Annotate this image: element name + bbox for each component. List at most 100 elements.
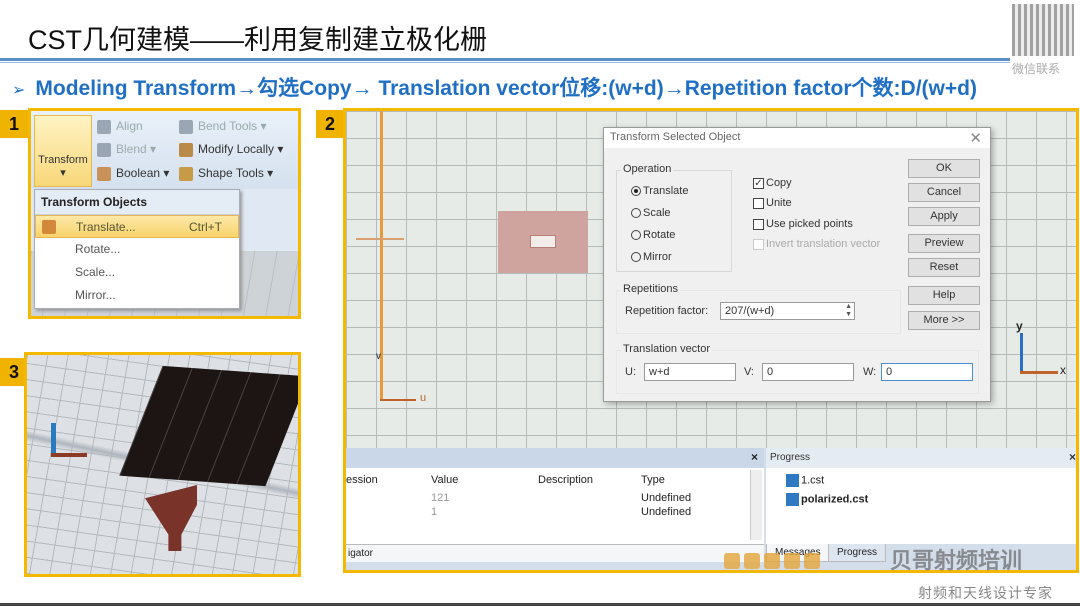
panel-number-1: 1: [0, 110, 28, 138]
ribbon: Transform ▾ Align Blend ▾ Boolean ▾ Bend…: [31, 111, 298, 189]
unite-checkbox[interactable]: Unite: [753, 197, 792, 209]
shape-tools-button[interactable]: Shape Tools ▾: [179, 166, 273, 181]
boolean-button[interactable]: Boolean ▾: [97, 166, 169, 181]
axis-label-u: u: [420, 392, 427, 404]
repetition-factor-label: Repetition factor:: [625, 305, 709, 317]
file-item[interactable]: 1.cst: [786, 474, 824, 487]
axis-gizmo: [51, 423, 56, 455]
radio-translate[interactable]: Translate: [631, 185, 688, 197]
footer-line: [0, 603, 1080, 606]
navigator-bar: igator: [346, 544, 764, 562]
menu-item-scale[interactable]: Scale...: [35, 261, 239, 284]
bend-tools-button[interactable]: Bend Tools ▾: [179, 119, 267, 134]
transform-button[interactable]: Transform ▾: [34, 115, 92, 187]
watermark-caption: 射频和天线设计专家: [918, 585, 1053, 601]
shortcut-label: Ctrl+T: [189, 220, 222, 234]
ok-button[interactable]: OK: [908, 159, 980, 178]
panel-number-2: 2: [316, 110, 344, 138]
help-button[interactable]: Help: [908, 286, 980, 305]
slide-subtitle: ➢ Modeling Transform→勾选Copy→ Translation …: [12, 72, 977, 102]
blend-icon: [97, 142, 111, 157]
dialog-screenshot-panel: v u y x Transform Selected Object ✕ Opera…: [343, 108, 1079, 573]
translate-icon: [42, 220, 56, 234]
file-name: 1.cst: [801, 474, 825, 487]
copy-checkbox[interactable]: ✓ Copy: [753, 177, 792, 189]
operation-label: Operation: [621, 163, 674, 175]
axis-label-v: v: [376, 351, 381, 362]
menu-item-mirror[interactable]: Mirror...: [35, 284, 239, 307]
invert-translation-checkbox: Invert translation vector: [753, 238, 880, 250]
transform-label: Transform: [38, 154, 88, 166]
apply-button[interactable]: Apply: [908, 207, 980, 226]
v-input[interactable]: 0: [762, 363, 854, 381]
close-icon[interactable]: ✕: [969, 129, 982, 147]
menu-header: Transform Objects: [35, 190, 239, 215]
reset-button[interactable]: Reset: [908, 258, 980, 277]
menu-item-rotate[interactable]: Rotate...: [35, 238, 239, 261]
slide-title: CST几何建模——利用复制建立极化栅: [28, 25, 487, 55]
snap-icon[interactable]: [804, 553, 820, 569]
file-name: polarized.cst: [801, 493, 869, 506]
close-icon[interactable]: ×: [751, 450, 758, 464]
u-axis-handle: [356, 238, 404, 240]
radio-label: Rotate: [643, 229, 676, 241]
more-button[interactable]: More >>: [908, 311, 980, 330]
cell-value: 1: [431, 506, 438, 518]
w-input[interactable]: 0: [881, 363, 973, 381]
checkbox-label: Copy: [766, 177, 792, 189]
radio-scale[interactable]: Scale: [631, 207, 671, 219]
zoom-icon[interactable]: [724, 553, 740, 569]
axis-label-x: x: [1060, 363, 1066, 377]
y-axis-arrow: [1020, 333, 1023, 371]
cancel-button[interactable]: Cancel: [908, 183, 980, 202]
blend-button[interactable]: Blend ▾: [97, 142, 156, 157]
modify-locally-label: Modify Locally ▾: [198, 142, 284, 156]
shape-tools-icon: [179, 166, 193, 181]
align-label: Align: [116, 119, 143, 133]
use-picked-points-checkbox[interactable]: Use picked points: [753, 218, 853, 230]
menu-item-translate[interactable]: Translate... Ctrl+T: [35, 215, 239, 238]
radio-icon: [631, 230, 641, 241]
translation-vector-label: Translation vector: [621, 343, 713, 355]
repetitions-label: Repetitions: [621, 283, 681, 295]
close-icon[interactable]: ×: [1069, 450, 1076, 464]
checkbox-label: Use picked points: [766, 218, 853, 230]
u-axis-arrow: [380, 399, 416, 401]
checkbox-label: Unite: [766, 197, 792, 209]
column-header: Type: [641, 474, 665, 486]
qr-caption: 微信联系: [1012, 62, 1061, 76]
radio-label: Mirror: [643, 251, 672, 263]
zoom-fit-icon[interactable]: [784, 553, 800, 569]
radio-rotate[interactable]: Rotate: [631, 229, 675, 241]
u-label: U:: [625, 366, 636, 378]
preview-button[interactable]: Preview: [908, 234, 980, 253]
progress-title: Progress: [770, 452, 811, 463]
chevron-down-icon: ▾: [60, 167, 66, 179]
scrollbar[interactable]: [750, 470, 762, 540]
column-header: Value: [431, 474, 459, 486]
file-item[interactable]: polarized.cst: [786, 493, 868, 506]
dialog-titlebar: Transform Selected Object ✕: [604, 128, 990, 148]
watermark-brand: 贝哥射频培训: [890, 548, 1023, 573]
checkbox-icon: [753, 238, 764, 250]
repetition-factor-input[interactable]: 207/(w+d) ▲ ▼: [720, 302, 855, 320]
align-button[interactable]: Align: [97, 119, 143, 134]
radio-label: Translate: [643, 185, 689, 197]
rotate-view-icon[interactable]: [764, 553, 780, 569]
modify-locally-button[interactable]: Modify Locally ▾: [179, 142, 283, 157]
bend-tools-icon: [179, 119, 193, 134]
cell-type[interactable]: Undefined: [641, 506, 691, 518]
modify-locally-icon: [179, 142, 193, 157]
u-input[interactable]: w+d: [644, 363, 736, 381]
radio-mirror[interactable]: Mirror: [631, 251, 672, 263]
parameter-list-titlebar: ×: [346, 448, 764, 468]
radio-selected-icon: [631, 186, 641, 197]
cst-file-icon: [786, 493, 799, 506]
pan-icon[interactable]: [744, 553, 760, 569]
cell-type[interactable]: Undefined: [641, 492, 691, 504]
column-header: Description: [538, 474, 594, 486]
axis-label-y: y: [1016, 319, 1023, 333]
title-divider: [0, 58, 1010, 61]
patch-slot: [530, 235, 556, 248]
spinner-icon[interactable]: ▲ ▼: [845, 303, 852, 319]
